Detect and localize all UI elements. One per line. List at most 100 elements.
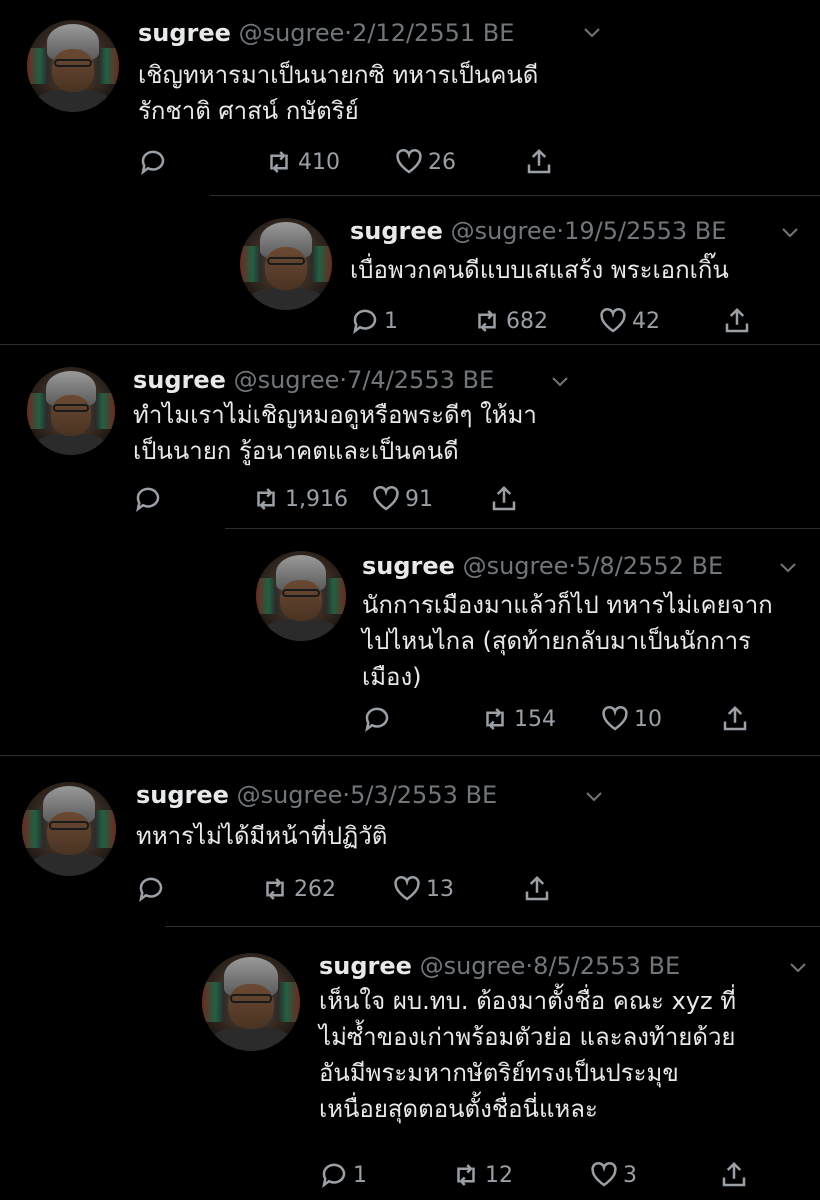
handle[interactable]: @sugree: [234, 366, 340, 394]
retweet-button[interactable]: 1,916: [251, 484, 348, 514]
tweet-actions: 410 26: [138, 147, 568, 179]
retweet-button[interactable]: 12: [451, 1160, 513, 1190]
username[interactable]: sugree: [133, 366, 226, 394]
reply-button[interactable]: [133, 484, 167, 514]
chevron-down-icon[interactable]: [580, 20, 604, 48]
tweet-text: เห็นใจ ผบ.ทบ. ต้องมาตั้งชื่อ คณะ xyz ที่…: [319, 987, 737, 1123]
handle[interactable]: @sugree: [451, 217, 557, 245]
avatar[interactable]: [27, 20, 119, 112]
avatar[interactable]: [27, 367, 115, 455]
share-button[interactable]: [720, 704, 750, 734]
share-button[interactable]: [522, 874, 552, 904]
like-button[interactable]: 3: [589, 1160, 637, 1190]
username[interactable]: sugree: [350, 217, 443, 245]
tweet-date[interactable]: 19/5/2553 BE: [564, 217, 726, 245]
reply-count: 1: [384, 308, 398, 334]
chevron-down-icon[interactable]: [786, 955, 810, 983]
tweet-date[interactable]: 2/12/2551 BE: [352, 19, 514, 47]
tweet-actions: 154 10: [362, 704, 762, 736]
reply-button[interactable]: [136, 874, 170, 904]
like-button[interactable]: 91: [371, 484, 433, 514]
handle[interactable]: @sugree: [420, 952, 526, 980]
tweet-text: ทหารไม่ได้มีหน้าที่ปฏิวัติ: [136, 822, 388, 850]
avatar[interactable]: [256, 551, 346, 641]
retweet-icon: [478, 310, 496, 332]
tweet-date[interactable]: 5/8/2552 BE: [576, 552, 723, 580]
avatar[interactable]: [240, 218, 332, 310]
retweet-icon: [270, 151, 288, 173]
reply-button[interactable]: [362, 704, 396, 734]
tweet-date[interactable]: 5/3/2553 BE: [350, 781, 497, 809]
tweet-date[interactable]: 7/4/2553 BE: [347, 366, 494, 394]
like-button[interactable]: 42: [598, 306, 660, 336]
heart-icon: [396, 148, 422, 174]
retweet-count: 262: [294, 876, 336, 902]
tweet-text: ทำไมเราไม่เชิญหมอดูหรือพระดีๆ ให้มา เป็น…: [133, 401, 537, 465]
retweet-button[interactable]: 262: [260, 874, 336, 904]
reply-icon: [139, 877, 163, 902]
like-count: 42: [632, 308, 660, 334]
retweet-button[interactable]: 682: [472, 306, 548, 336]
retweet-icon: [486, 708, 504, 730]
chevron-down-icon[interactable]: [776, 555, 800, 583]
separator: ·: [568, 552, 577, 580]
tweet-text: เบื่อพวกคนดีแบบเสแสร้ง พระเอกเกิ๊น: [350, 256, 729, 284]
reply-button[interactable]: 1: [350, 306, 398, 336]
handle[interactable]: @sugree: [463, 552, 569, 580]
tweet-4[interactable]: sugree @sugree·5/8/2552 BE นักการเมืองมา…: [0, 529, 820, 755]
reply-button[interactable]: 1: [319, 1160, 367, 1190]
retweet-button[interactable]: 154: [480, 704, 556, 734]
share-icon: [723, 705, 747, 731]
username[interactable]: sugree: [362, 552, 455, 580]
retweet-icon: [257, 488, 275, 510]
username[interactable]: sugree: [138, 19, 231, 47]
like-button[interactable]: 13: [392, 874, 454, 904]
tweet-actions: 1,916 91: [133, 484, 533, 516]
like-count: 26: [428, 149, 456, 175]
tweet-actions: 1 12 3: [319, 1160, 759, 1192]
reply-icon: [141, 150, 165, 175]
like-count: 3: [623, 1162, 637, 1188]
tweet-date[interactable]: 8/5/2553 BE: [533, 952, 680, 980]
separator: ·: [344, 19, 353, 47]
reply-count: 1: [353, 1162, 367, 1188]
retweet-button[interactable]: 410: [264, 147, 340, 177]
share-button[interactable]: [719, 1160, 749, 1190]
share-button[interactable]: [489, 484, 519, 514]
avatar[interactable]: [22, 782, 116, 876]
share-icon: [525, 875, 549, 901]
share-icon: [492, 485, 516, 511]
chevron-down-icon[interactable]: [778, 220, 802, 248]
retweet-count: 682: [506, 308, 548, 334]
like-button[interactable]: 26: [394, 147, 456, 177]
heart-icon: [591, 1161, 617, 1187]
handle[interactable]: @sugree: [237, 781, 343, 809]
retweet-icon: [266, 878, 284, 900]
username[interactable]: sugree: [136, 781, 229, 809]
heart-icon: [394, 875, 420, 901]
tweet-text: นักการเมืองมาแล้วก็ไป ทหารไม่เคยจาก ไปไห…: [362, 591, 773, 691]
username[interactable]: sugree: [319, 952, 412, 980]
separator: ·: [339, 366, 348, 394]
share-button[interactable]: [524, 147, 554, 177]
tweet-6[interactable]: sugree @sugree·8/5/2553 BE เห็นใจ ผบ.ทบ.…: [0, 927, 820, 1200]
like-count: 10: [634, 706, 662, 732]
tweet-5[interactable]: sugree @sugree·5/3/2553 BE ทหารไม่ได้มีห…: [0, 756, 820, 926]
chevron-down-icon[interactable]: [582, 784, 606, 812]
like-count: 91: [405, 486, 433, 512]
avatar[interactable]: [202, 953, 300, 1051]
tweet-1[interactable]: sugree @sugree·2/12/2551 BE เชิญทหารมาเป…: [0, 0, 820, 195]
share-button[interactable]: [722, 306, 752, 336]
separator: ·: [556, 217, 565, 245]
share-icon: [527, 148, 551, 174]
tweet-actions: 262 13: [136, 874, 566, 906]
like-button[interactable]: 10: [600, 704, 662, 734]
retweet-count: 1,916: [285, 486, 348, 512]
reply-button[interactable]: [138, 147, 172, 177]
tweet-2[interactable]: sugree @sugree·19/5/2553 BE เบื่อพวกคนดี…: [0, 196, 820, 344]
tweet-3[interactable]: sugree @sugree·7/4/2553 BE ทำไมเราไม่เชิ…: [0, 345, 820, 528]
tweet-actions: 1 682 42: [350, 306, 760, 338]
reply-icon: [365, 707, 389, 732]
chevron-down-icon[interactable]: [548, 369, 572, 397]
handle[interactable]: @sugree: [239, 19, 345, 47]
